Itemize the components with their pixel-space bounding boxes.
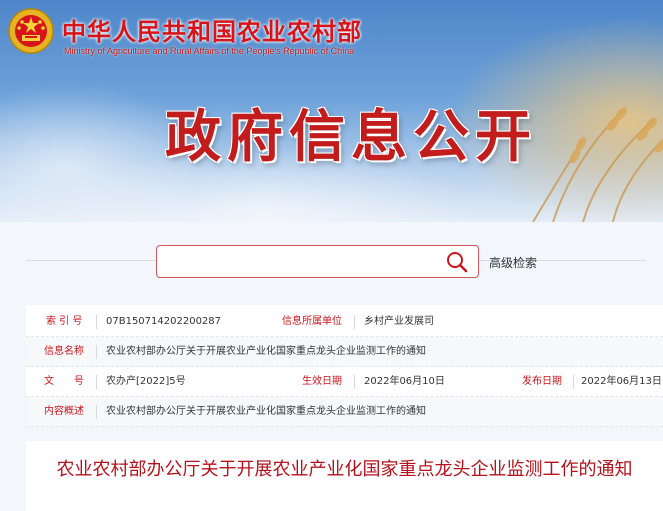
publish-date-value: 2022年06月13日 xyxy=(581,376,662,387)
divider xyxy=(96,375,97,389)
search-box xyxy=(156,245,479,278)
national-emblem-icon xyxy=(8,8,54,54)
banner-title: 政府信息公开 xyxy=(165,105,537,170)
summary-value: 农业农村部办公厅关于开展农业产业化国家重点龙头企业监测工作的通知 xyxy=(106,406,426,417)
info-row-summary: 内容概述 农业农村部办公厅关于开展农业产业化国家重点龙头企业监测工作的通知 xyxy=(26,397,663,427)
info-table: 索 引 号 07B150714202200287 信息所属单位 乡村产业发展司 … xyxy=(26,305,663,427)
docno-value: 农办产[2022]5号 xyxy=(106,376,186,387)
search-icon[interactable] xyxy=(444,250,470,274)
name-value: 农业农村部办公厅关于开展农业产业化国家重点龙头企业监测工作的通知 xyxy=(106,346,426,357)
unit-value: 乡村产业发展司 xyxy=(364,316,434,327)
publish-date-label: 发布日期 xyxy=(522,376,562,387)
header-banner: 中华人民共和国农业农村部 Ministry of Agriculture and… xyxy=(0,0,663,222)
divider xyxy=(96,405,97,419)
article-title: 农业农村部办公厅关于开展农业产业化国家重点龙头企业监测工作的通知 xyxy=(56,459,633,480)
info-row-docno: 文 号 农办产[2022]5号 生效日期 2022年06月10日 发布日期 20… xyxy=(26,367,663,397)
search-input[interactable] xyxy=(163,250,433,274)
summary-label: 内容概述 xyxy=(44,406,84,417)
index-value: 07B150714202200287 xyxy=(106,316,222,327)
unit-label: 信息所属单位 xyxy=(282,316,342,327)
divider xyxy=(354,375,355,389)
docno-label: 文 号 xyxy=(44,376,84,387)
info-row-name: 信息名称 农业农村部办公厅关于开展农业产业化国家重点龙头企业监测工作的通知 xyxy=(26,337,663,367)
site-title[interactable]: 中华人民共和国农业农村部 xyxy=(62,12,362,47)
effective-date-value: 2022年06月10日 xyxy=(364,376,445,387)
divider xyxy=(96,345,97,359)
effective-date-label: 生效日期 xyxy=(302,376,342,387)
index-label: 索 引 号 xyxy=(46,316,83,327)
info-row-index: 索 引 号 07B150714202200287 信息所属单位 乡村产业发展司 xyxy=(26,307,663,337)
name-label: 信息名称 xyxy=(44,346,84,357)
site-subtitle: Ministry of Agriculture and Rural Affair… xyxy=(64,46,355,56)
advanced-search-link[interactable]: 高级检索 xyxy=(489,254,537,271)
divider xyxy=(573,375,574,389)
divider xyxy=(354,315,355,329)
article-section: 农业农村部办公厅关于开展农业产业化国家重点龙头企业监测工作的通知 xyxy=(26,441,663,511)
divider xyxy=(96,315,97,329)
